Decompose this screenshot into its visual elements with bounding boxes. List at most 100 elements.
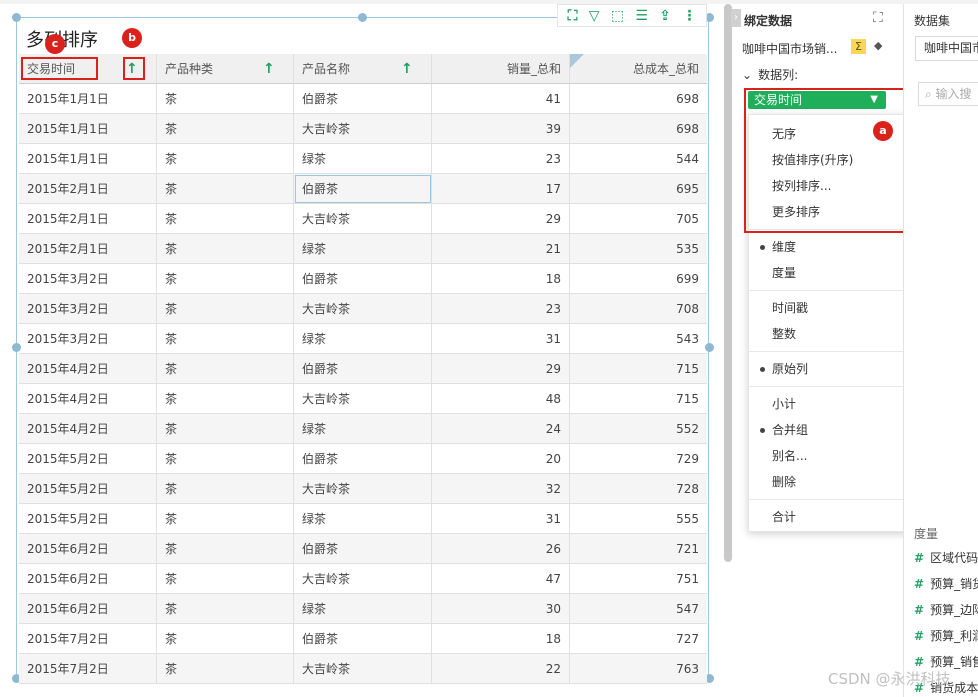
table-cell[interactable]: 大吉岭茶: [294, 474, 432, 504]
table-cell[interactable]: 茶: [157, 324, 294, 354]
table-cell[interactable]: 2015年1月1日: [19, 114, 157, 144]
table-cell[interactable]: 32: [432, 474, 570, 504]
table-cell[interactable]: 18: [432, 264, 570, 294]
table-cell[interactable]: 715: [570, 384, 707, 414]
table-cell[interactable]: 17: [432, 174, 570, 204]
table-cell[interactable]: 茶: [157, 504, 294, 534]
table-cell[interactable]: 30: [432, 594, 570, 624]
table-cell[interactable]: 2015年2月1日: [19, 234, 157, 264]
table-cell[interactable]: 绿茶: [294, 234, 432, 264]
table-cell[interactable]: 茶: [157, 264, 294, 294]
table-cell[interactable]: 47: [432, 564, 570, 594]
table-cell[interactable]: 22: [432, 654, 570, 684]
table-cell[interactable]: 茶: [157, 444, 294, 474]
table-cell[interactable]: 绿茶: [294, 504, 432, 534]
table-cell[interactable]: 大吉岭茶: [294, 114, 432, 144]
table-cell[interactable]: 39: [432, 114, 570, 144]
collapse-panel-icon[interactable]: ›: [731, 9, 741, 27]
table-cell[interactable]: 555: [570, 504, 707, 534]
table-cell[interactable]: 茶: [157, 204, 294, 234]
dataset-select[interactable]: 咖啡中国市: [915, 36, 978, 61]
table-cell[interactable]: 29: [432, 354, 570, 384]
table-cell[interactable]: 547: [570, 594, 707, 624]
table-cell[interactable]: 茶: [157, 384, 294, 414]
table-row[interactable]: 2015年4月2日茶大吉岭茶 48 715: [19, 384, 707, 414]
table-cell[interactable]: 绿茶: [294, 144, 432, 174]
table-cell[interactable]: 绿茶: [294, 594, 432, 624]
table-row[interactable]: 2015年7月2日茶伯爵茶 18 727: [19, 624, 707, 654]
select-icon[interactable]: ⬚: [611, 9, 624, 23]
table-cell[interactable]: 绿茶: [294, 324, 432, 354]
table-cell[interactable]: 751: [570, 564, 707, 594]
column-header-product-name[interactable]: 产品名称 ↑: [294, 54, 432, 84]
table-cell[interactable]: 727: [570, 624, 707, 654]
table-row[interactable]: 2015年1月1日茶大吉岭茶 39 698: [19, 114, 707, 144]
table-cell[interactable]: 48: [432, 384, 570, 414]
measure-item[interactable]: # 预算_边际: [914, 601, 978, 618]
table-cell[interactable]: 535: [570, 234, 707, 264]
table-cell[interactable]: 728: [570, 474, 707, 504]
table-cell[interactable]: 23: [432, 294, 570, 324]
table-cell[interactable]: 2015年3月2日: [19, 264, 157, 294]
table-cell[interactable]: 伯爵茶: [294, 534, 432, 564]
table-cell[interactable]: 茶: [157, 594, 294, 624]
bind-switch-icon[interactable]: ⛶: [873, 10, 883, 26]
table-row[interactable]: 2015年2月1日茶伯爵茶 17 695: [19, 174, 707, 204]
column-header-sales-sum[interactable]: 销量_总和: [432, 54, 570, 84]
table-row[interactable]: 2015年1月1日茶伯爵茶 41 698: [19, 84, 707, 114]
table-cell[interactable]: 708: [570, 294, 707, 324]
table-cell[interactable]: 2015年2月1日: [19, 174, 157, 204]
table-cell[interactable]: 31: [432, 324, 570, 354]
filter-icon[interactable]: ▽: [589, 9, 600, 23]
table-cell[interactable]: 699: [570, 264, 707, 294]
table-cell[interactable]: 伯爵茶: [294, 444, 432, 474]
sigma-icon[interactable]: Σ: [851, 39, 866, 54]
table-cell[interactable]: 31: [432, 504, 570, 534]
table-cell[interactable]: 2015年7月2日: [19, 624, 157, 654]
table-row[interactable]: 2015年5月2日茶伯爵茶 20 729: [19, 444, 707, 474]
measure-item[interactable]: # 预算_销货: [914, 575, 978, 592]
table-cell[interactable]: 茶: [157, 414, 294, 444]
table-cell[interactable]: 21: [432, 234, 570, 264]
table-cell[interactable]: 2015年1月1日: [19, 84, 157, 114]
list-icon[interactable]: ☰: [635, 9, 648, 23]
table-cell[interactable]: 763: [570, 654, 707, 684]
table-cell[interactable]: 695: [570, 174, 707, 204]
table-cell[interactable]: 2015年6月2日: [19, 534, 157, 564]
table-row[interactable]: 2015年2月1日茶绿茶 21 535: [19, 234, 707, 264]
table-cell[interactable]: 23: [432, 144, 570, 174]
sort-asc-icon[interactable]: ↑: [401, 54, 413, 83]
table-cell[interactable]: 茶: [157, 474, 294, 504]
table-cell[interactable]: 伯爵茶: [294, 354, 432, 384]
table-row[interactable]: 2015年6月2日茶绿茶 30 547: [19, 594, 707, 624]
table-row[interactable]: 2015年4月2日茶绿茶 24 552: [19, 414, 707, 444]
table-cell[interactable]: 552: [570, 414, 707, 444]
vertical-scrollbar[interactable]: [724, 4, 732, 562]
table-cell[interactable]: 茶: [157, 564, 294, 594]
table-cell[interactable]: 茶: [157, 534, 294, 564]
table-cell[interactable]: 伯爵茶: [294, 624, 432, 654]
table-cell[interactable]: 705: [570, 204, 707, 234]
table-cell[interactable]: 伯爵茶: [294, 84, 432, 114]
table-row[interactable]: 2015年3月2日茶大吉岭茶 23 708: [19, 294, 707, 324]
table-cell[interactable]: 2015年4月2日: [19, 414, 157, 444]
resize-handle-tl[interactable]: [12, 13, 21, 22]
table-cell[interactable]: 26: [432, 534, 570, 564]
table-cell[interactable]: 698: [570, 114, 707, 144]
measure-item[interactable]: # 预算_利润: [914, 627, 978, 644]
table-row[interactable]: 2015年5月2日茶大吉岭茶 32 728: [19, 474, 707, 504]
search-input[interactable]: ⌕ 输入搜: [918, 82, 978, 106]
table-cell[interactable]: 2015年4月2日: [19, 354, 157, 384]
table-cell[interactable]: 2015年6月2日: [19, 594, 157, 624]
table-row[interactable]: 2015年3月2日茶绿茶 31 543: [19, 324, 707, 354]
column-header-cost-sum[interactable]: 总成本_总和: [570, 54, 707, 84]
table-row[interactable]: 2015年6月2日茶伯爵茶 26 721: [19, 534, 707, 564]
table-cell[interactable]: 2015年4月2日: [19, 384, 157, 414]
table-cell[interactable]: 大吉岭茶: [294, 204, 432, 234]
table-cell[interactable]: 茶: [157, 174, 294, 204]
table-cell[interactable]: 2015年5月2日: [19, 474, 157, 504]
table-cell[interactable]: 茶: [157, 354, 294, 384]
table-cell[interactable]: 29: [432, 204, 570, 234]
table-cell[interactable]: 715: [570, 354, 707, 384]
table-cell[interactable]: 2015年1月1日: [19, 144, 157, 174]
